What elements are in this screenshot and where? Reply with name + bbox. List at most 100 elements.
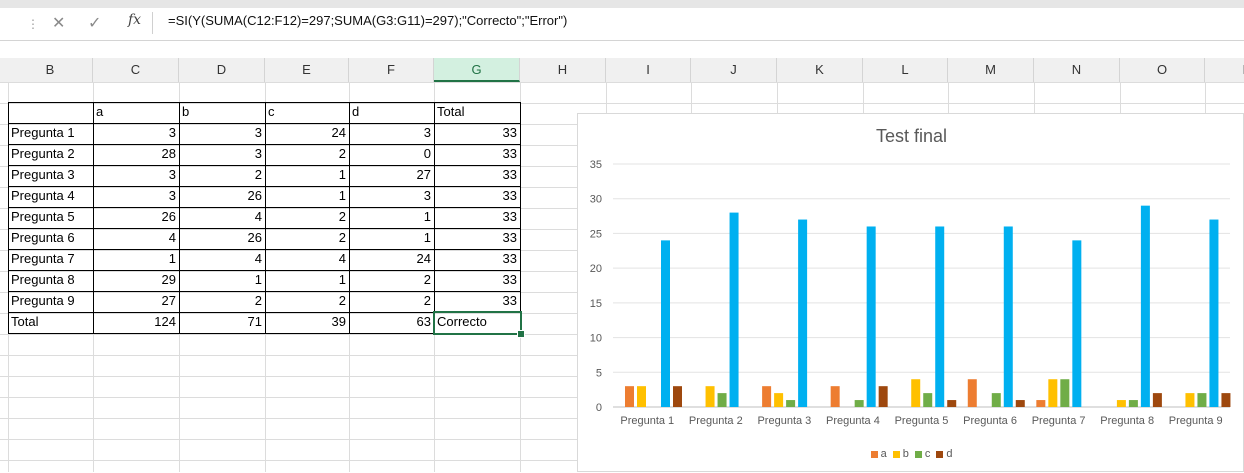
- column-header-g[interactable]: G: [434, 58, 520, 82]
- bar-s-9[interactable]: [1209, 219, 1219, 407]
- bar-a-1[interactable]: [625, 386, 634, 407]
- bar-s-5[interactable]: [935, 226, 945, 407]
- table-cell[interactable]: Pregunta 3: [8, 165, 93, 185]
- column-header-p[interactable]: P: [1205, 58, 1244, 82]
- table-cell[interactable]: Pregunta 1: [8, 123, 93, 143]
- table-cell[interactable]: Total: [8, 312, 93, 332]
- column-header-c[interactable]: C: [93, 58, 179, 82]
- table-cell[interactable]: 33: [434, 123, 520, 143]
- bar-a-6[interactable]: [967, 379, 977, 407]
- legend-item-d[interactable]: d: [936, 448, 952, 460]
- bar-s-6[interactable]: [1003, 226, 1013, 407]
- table-cell[interactable]: 29: [93, 270, 179, 290]
- bar-b-9[interactable]: [1185, 393, 1195, 407]
- legend-item-a[interactable]: a: [870, 448, 887, 460]
- column-header-m[interactable]: M: [948, 58, 1034, 82]
- formula-input[interactable]: =SI(Y(SUMA(C12:F12)=297;SUMA(G3:G11)=297…: [168, 13, 567, 28]
- table-cell[interactable]: 1: [265, 270, 349, 290]
- column-header-k[interactable]: K: [777, 58, 863, 82]
- table-cell[interactable]: b: [179, 102, 265, 122]
- bar-a-7[interactable]: [1036, 400, 1046, 407]
- bar-b-5[interactable]: [911, 379, 921, 407]
- table-cell[interactable]: 33: [434, 228, 520, 248]
- bar-b-8[interactable]: [1116, 400, 1126, 407]
- bar-s-7[interactable]: [1072, 240, 1082, 407]
- table-cell[interactable]: 2: [265, 144, 349, 164]
- bar-s-8[interactable]: [1140, 205, 1150, 407]
- table-cell[interactable]: 28: [93, 144, 179, 164]
- bar-c-3[interactable]: [786, 400, 796, 407]
- bar-s-1[interactable]: [661, 240, 670, 407]
- table-cell[interactable]: 63: [349, 312, 434, 332]
- table-cell[interactable]: 26: [93, 207, 179, 227]
- table-cell[interactable]: 2: [349, 291, 434, 311]
- bar-a-4[interactable]: [830, 386, 840, 407]
- column-header-i[interactable]: I: [606, 58, 691, 82]
- table-cell[interactable]: 1: [349, 228, 434, 248]
- table-cell[interactable]: Pregunta 7: [8, 249, 93, 269]
- table-cell[interactable]: 2: [349, 270, 434, 290]
- column-header-b[interactable]: B: [8, 58, 93, 82]
- table-cell[interactable]: 2: [179, 291, 265, 311]
- table-cell[interactable]: 24: [265, 123, 349, 143]
- bar-s-2[interactable]: [729, 212, 739, 407]
- table-cell[interactable]: 0: [349, 144, 434, 164]
- formula-bar-grip-icon[interactable]: ⋮: [27, 17, 39, 31]
- table-cell[interactable]: Pregunta 9: [8, 291, 93, 311]
- insert-function-icon[interactable]: fx: [128, 12, 141, 28]
- column-header-f[interactable]: F: [349, 58, 434, 82]
- column-header-d[interactable]: D: [179, 58, 265, 82]
- cancel-icon[interactable]: ✕: [52, 13, 65, 33]
- table-cell[interactable]: 3: [93, 123, 179, 143]
- bar-c-4[interactable]: [854, 400, 864, 407]
- bar-c-5[interactable]: [923, 393, 933, 407]
- table-cell[interactable]: 124: [93, 312, 179, 332]
- bar-d-1[interactable]: [673, 386, 682, 407]
- table-cell[interactable]: 1: [93, 249, 179, 269]
- column-header-n[interactable]: N: [1034, 58, 1120, 82]
- bar-b-1[interactable]: [637, 386, 646, 407]
- column-header-o[interactable]: O: [1120, 58, 1205, 82]
- table-cell[interactable]: 33: [434, 291, 520, 311]
- confirm-icon[interactable]: ✓: [88, 13, 101, 33]
- table-cell[interactable]: 3: [349, 186, 434, 206]
- table-cell[interactable]: 27: [349, 165, 434, 185]
- bar-a-3[interactable]: [762, 386, 772, 407]
- table-cell[interactable]: 27: [93, 291, 179, 311]
- table-cell[interactable]: 33: [434, 207, 520, 227]
- table-cell[interactable]: 4: [179, 249, 265, 269]
- table-cell[interactable]: 1: [349, 207, 434, 227]
- table-cell[interactable]: 33: [434, 165, 520, 185]
- table-cell[interactable]: 33: [434, 144, 520, 164]
- table-cell[interactable]: 2: [265, 228, 349, 248]
- table-cell[interactable]: a: [93, 102, 179, 122]
- table-cell[interactable]: Pregunta 8: [8, 270, 93, 290]
- column-header-e[interactable]: E: [265, 58, 349, 82]
- bar-d-6[interactable]: [1015, 400, 1025, 407]
- table-cell[interactable]: Pregunta 2: [8, 144, 93, 164]
- bar-b-2[interactable]: [705, 386, 715, 407]
- bar-c-7[interactable]: [1060, 379, 1070, 407]
- legend-item-c[interactable]: c: [914, 448, 930, 460]
- table-cell[interactable]: Pregunta 5: [8, 207, 93, 227]
- column-header-l[interactable]: L: [863, 58, 948, 82]
- table-cell[interactable]: 33: [434, 186, 520, 206]
- selected-cell[interactable]: [433, 311, 522, 335]
- table-cell[interactable]: Total: [434, 102, 520, 122]
- table-cell[interactable]: [8, 102, 93, 122]
- table-cell[interactable]: 24: [349, 249, 434, 269]
- table-cell[interactable]: d: [349, 102, 434, 122]
- table-cell[interactable]: 1: [265, 186, 349, 206]
- table-cell[interactable]: 4: [265, 249, 349, 269]
- bar-c-6[interactable]: [991, 393, 1001, 407]
- table-cell[interactable]: 26: [179, 186, 265, 206]
- table-cell[interactable]: 3: [93, 165, 179, 185]
- bar-d-9[interactable]: [1221, 393, 1231, 407]
- fill-handle[interactable]: [517, 330, 525, 338]
- chart-test-final[interactable]: Test final 0 5 10 15 20 25 30 35 Pregunta 1 Pregu…: [577, 113, 1244, 472]
- table-cell[interactable]: Pregunta 6: [8, 228, 93, 248]
- bar-c-2[interactable]: [717, 393, 727, 407]
- table-cell[interactable]: 71: [179, 312, 265, 332]
- legend-item-b[interactable]: b: [892, 448, 909, 460]
- table-cell[interactable]: 1: [179, 270, 265, 290]
